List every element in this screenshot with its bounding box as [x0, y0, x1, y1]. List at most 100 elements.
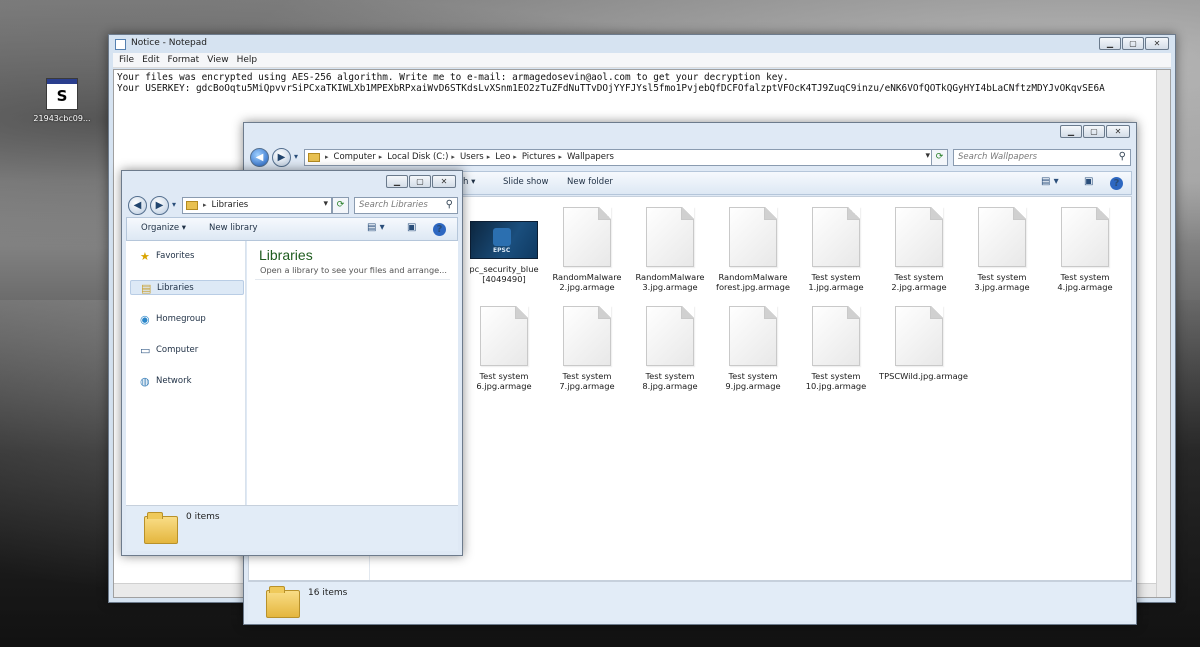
address-dropdown-icon[interactable]: ▾ [323, 199, 328, 209]
address-dropdown-icon[interactable]: ▾ [925, 151, 930, 161]
nav-label: Network [156, 376, 192, 386]
desktop-shortcut[interactable]: S 21943cbc09... [30, 78, 94, 123]
menu-help[interactable]: Help [237, 53, 258, 67]
page-subtitle: Open a library to see your files and arr… [260, 265, 448, 275]
recent-pages-dropdown-icon[interactable]: ▾ [294, 152, 298, 161]
menu-format[interactable]: Format [168, 53, 200, 67]
search-placeholder: Search Libraries [359, 200, 428, 210]
file-name: Test system 1.jpg.armage [808, 272, 864, 292]
breadcrumb-computer[interactable]: Computer [334, 152, 376, 162]
nav-homegroup[interactable]: ◉ Homegroup [130, 312, 244, 327]
forward-button[interactable]: ▶ [150, 196, 169, 215]
blank-document-icon [646, 207, 694, 267]
breadcrumb-leo[interactable]: Leo [495, 152, 510, 162]
minimize-button[interactable]: ▁ [386, 175, 408, 188]
preview-pane-icon[interactable]: ▣ [407, 222, 416, 233]
nav-computer[interactable]: ▭ Computer [130, 343, 244, 358]
notepad-titlebar[interactable]: Notice - Notepad ▁ ▢ ✕ [109, 35, 1175, 53]
change-view-icon[interactable]: ▤ ▾ [1041, 176, 1059, 187]
search-box[interactable]: Search Libraries ⚲ [354, 197, 458, 214]
slideshow-button[interactable]: Slide show [503, 177, 548, 187]
file-item[interactable]: TPSCWild.jpg.armage [879, 306, 969, 381]
close-button[interactable]: ✕ [432, 175, 456, 188]
search-icon[interactable]: ⚲ [446, 199, 453, 210]
recent-pages-dropdown-icon[interactable]: ▾ [172, 200, 176, 209]
menu-view[interactable]: View [207, 53, 228, 67]
maximize-button[interactable]: ▢ [1122, 37, 1144, 50]
file-item[interactable]: RandomMalware 3.jpg.armage [630, 207, 710, 292]
refresh-button[interactable]: ⟳ [332, 197, 349, 214]
back-button[interactable]: ◀ [250, 148, 269, 167]
desktop-shortcut-label: 21943cbc09... [33, 114, 91, 123]
breadcrumb-libraries[interactable]: Libraries [212, 200, 249, 210]
maximize-button[interactable]: ▢ [1083, 125, 1105, 138]
file-item[interactable]: Test system 7.jpg.armage [547, 306, 627, 391]
refresh-button[interactable]: ⟳ [931, 149, 948, 166]
address-bar[interactable]: ▸ Libraries ▾ [182, 197, 332, 214]
help-icon[interactable]: ? [1110, 177, 1123, 190]
thumbnail-text: EPSC [493, 247, 511, 254]
share-menu-button[interactable]: h ▾ [463, 177, 475, 187]
file-name: TPSCWild.jpg.armage [879, 371, 969, 381]
organize-button[interactable]: Organize ▾ [141, 223, 186, 233]
file-item[interactable]: Test system 4.jpg.armage [1045, 207, 1125, 292]
file-item[interactable]: Test system 10.jpg.armage [796, 306, 876, 391]
breadcrumb-pictures[interactable]: Pictures [522, 152, 556, 162]
vertical-scrollbar[interactable] [1156, 70, 1170, 597]
new-folder-button[interactable]: New folder [567, 177, 613, 187]
folder-icon [266, 586, 300, 618]
header-divider [255, 279, 450, 280]
explorer-address-row: ◀ ▶ ▾ ▸ Computer ▸ Local Disk (C:) ▸ Users ▸ Le… [248, 145, 1132, 169]
file-item[interactable]: Test system 6.jpg.armage [464, 306, 544, 391]
shield-icon [493, 228, 511, 246]
new-library-button[interactable]: New library [209, 223, 258, 233]
page-title: Libraries [259, 247, 313, 263]
breadcrumb-local-disk[interactable]: Local Disk (C:) [387, 152, 448, 162]
breadcrumb-wallpapers[interactable]: Wallpapers [567, 152, 614, 162]
nav-libraries[interactable]: ▤ Libraries [130, 280, 244, 295]
network-icon: ◍ [140, 375, 150, 388]
libraries-details-pane: 0 items [126, 505, 458, 551]
menu-edit[interactable]: Edit [142, 53, 159, 67]
help-icon[interactable]: ? [433, 223, 446, 236]
file-item[interactable]: RandomMalware 2.jpg.armage [547, 207, 627, 292]
file-item[interactable]: Test system 8.jpg.armage [630, 306, 710, 391]
libraries-content[interactable]: Libraries Open a library to see your fil… [247, 241, 458, 505]
blank-document-icon [812, 207, 860, 267]
blank-document-icon [563, 306, 611, 366]
minimize-button[interactable]: ▁ [1099, 37, 1121, 50]
notepad-menubar: File Edit Format View Help [113, 53, 1171, 68]
search-icon[interactable]: ⚲ [1119, 151, 1126, 162]
preview-pane-icon[interactable]: ▣ [1084, 176, 1093, 187]
libraries-icon: ▤ [141, 282, 152, 295]
breadcrumb-users[interactable]: Users [460, 152, 484, 162]
explorer-titlebar[interactable]: ▁ ▢ ✕ [244, 123, 1136, 141]
file-item[interactable]: Test system 9.jpg.armage [713, 306, 793, 391]
forward-button[interactable]: ▶ [272, 148, 291, 167]
search-placeholder: Search Wallpapers [958, 152, 1038, 162]
maximize-button[interactable]: ▢ [409, 175, 431, 188]
nav-label: Favorites [156, 251, 195, 261]
file-item[interactable]: EPSC pc_security_blue [4049490] [464, 199, 544, 284]
file-item[interactable]: Test system 1.jpg.armage [796, 207, 876, 292]
address-bar[interactable]: ▸ Computer ▸ Local Disk (C:) ▸ Users ▸ Leo ▸ Pict… [304, 149, 934, 166]
minimize-button[interactable]: ▁ [1060, 125, 1082, 138]
file-name: Test system 8.jpg.armage [642, 371, 698, 391]
menu-file[interactable]: File [119, 53, 134, 67]
file-item[interactable]: RandomMalware forest.jpg.armage [713, 207, 793, 292]
libraries-titlebar[interactable]: ▁ ▢ ✕ [122, 171, 462, 189]
back-button[interactable]: ◀ [128, 196, 147, 215]
breadcrumb: ▸ Libraries [203, 200, 249, 210]
breadcrumb: ▸ Computer ▸ Local Disk (C:) ▸ Users ▸ Leo ▸ Pict… [325, 152, 614, 162]
nav-favorites[interactable]: ★ Favorites [130, 249, 244, 264]
file-item[interactable]: Test system 3.jpg.armage [962, 207, 1042, 292]
change-view-icon[interactable]: ▤ ▾ [367, 222, 385, 233]
file-item[interactable]: Test system 2.jpg.armage [879, 207, 959, 292]
close-button[interactable]: ✕ [1106, 125, 1130, 138]
nav-network[interactable]: ◍ Network [130, 374, 244, 389]
file-name: Test system 2.jpg.armage [891, 272, 947, 292]
explorer-details-pane: 16 items [248, 581, 1132, 621]
close-button[interactable]: ✕ [1145, 37, 1169, 50]
libraries-explorer-window[interactable]: ▁ ▢ ✕ ◀ ▶ ▾ ▸ Libraries ▾ ⟳ Search Librar… [121, 170, 463, 556]
search-box[interactable]: Search Wallpapers ⚲ [953, 149, 1131, 166]
